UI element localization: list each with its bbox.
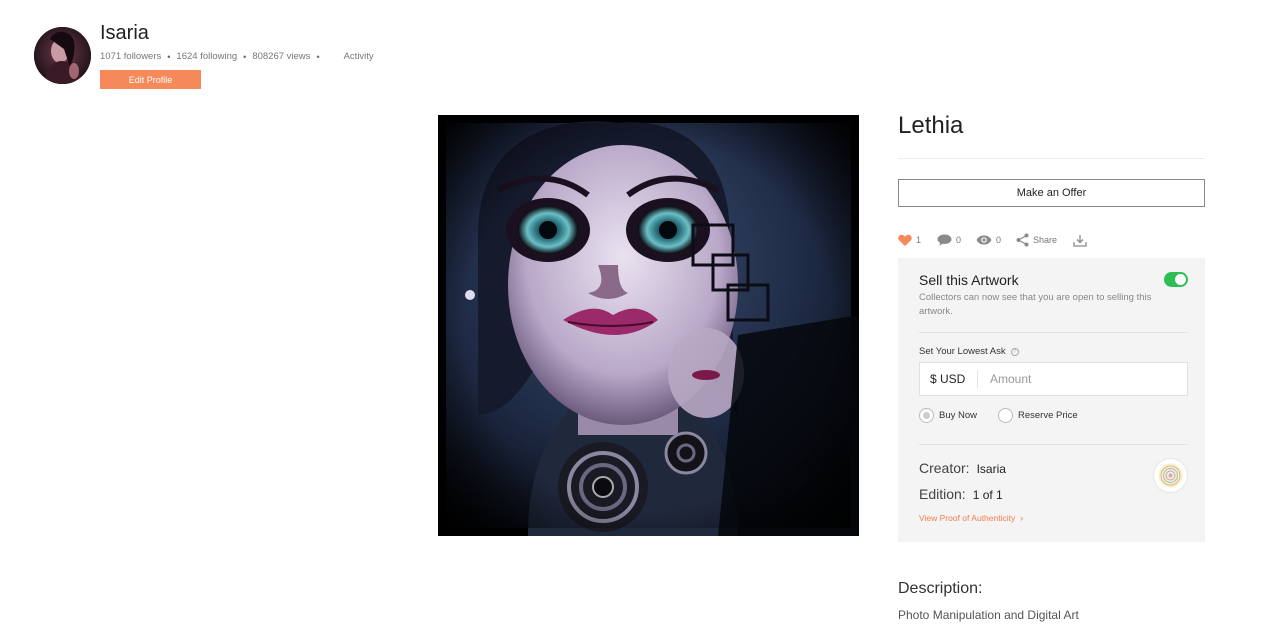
creator-value: Isaria (976, 462, 1006, 476)
download-icon (1073, 234, 1087, 247)
profile-avatar[interactable] (34, 27, 91, 84)
stat-separator: • (167, 51, 171, 62)
stat-separator: • (243, 51, 247, 62)
action-bar: 1 0 0 Share (898, 232, 1087, 248)
description-text: Photo Manipulation and Digital Art (898, 608, 1079, 622)
make-offer-button[interactable]: Make an Offer (898, 179, 1205, 207)
reserve-price-option[interactable]: Reserve Price (998, 408, 1078, 423)
activity-link[interactable]: Activity (344, 51, 374, 62)
description-heading: Description: (898, 580, 983, 597)
help-icon[interactable]: ? (1010, 347, 1019, 356)
profile-name: Isaria (100, 22, 149, 44)
buy-now-radio[interactable] (919, 408, 934, 423)
comment-button[interactable]: 0 (937, 234, 961, 246)
currency-label: $ USD (920, 370, 978, 388)
sell-toggle[interactable] (1164, 272, 1188, 287)
edit-profile-button[interactable]: Edit Profile (100, 70, 201, 89)
profile-stats: 1071 followers • 1624 following • 808267… (100, 51, 374, 62)
edition-label: Edition: (919, 486, 966, 502)
views-count: 808267 views (252, 51, 311, 62)
sell-title: Sell this Artwork (919, 272, 1019, 288)
authenticity-badge-icon[interactable] (1153, 458, 1188, 493)
creator-label: Creator: (919, 460, 970, 476)
eye-icon (976, 235, 992, 245)
amount-field: $ USD (919, 362, 1188, 396)
chevron-right-icon: › (1020, 513, 1024, 523)
sell-description: Collectors can now see that you are open… (919, 292, 1152, 317)
buy-now-label: Buy Now (939, 410, 978, 421)
stat-separator: • (316, 51, 320, 62)
comment-count: 0 (956, 235, 962, 245)
buy-now-option[interactable]: Buy Now (919, 408, 977, 423)
followers-count[interactable]: 1071 followers (100, 51, 161, 62)
proof-label: View Proof of Authenticity (919, 513, 1016, 523)
toggle-knob (1175, 274, 1186, 285)
share-button[interactable]: Share (1016, 233, 1057, 247)
creator-row: Creator: Isaria (919, 460, 1006, 476)
heart-icon (898, 234, 912, 246)
share-label: Share (1033, 235, 1058, 245)
divider (919, 332, 1187, 333)
comment-icon (937, 234, 952, 246)
view-count: 0 (996, 235, 1002, 245)
amount-input[interactable] (978, 372, 1178, 386)
following-count[interactable]: 1624 following (176, 51, 237, 62)
like-button[interactable]: 1 (898, 234, 921, 246)
share-icon (1016, 233, 1029, 247)
edition-value: 1 of 1 (972, 488, 1003, 502)
lowest-ask-label: Set Your Lowest Ask ? (919, 346, 1019, 357)
lowest-ask-text: Set Your Lowest Ask (919, 346, 1006, 357)
download-button[interactable] (1073, 234, 1087, 247)
sell-artwork-panel: Sell this Artwork Collectors can now see… (898, 258, 1205, 542)
views-indicator: 0 (976, 235, 1001, 245)
divider (919, 444, 1187, 445)
artwork-title: Lethia (898, 112, 964, 139)
like-count: 1 (916, 235, 922, 245)
divider (898, 158, 1205, 159)
artwork-image[interactable] (438, 115, 859, 536)
proof-of-authenticity-link[interactable]: View Proof of Authenticity › (919, 513, 1023, 523)
reserve-price-label: Reserve Price (1018, 410, 1078, 421)
reserve-price-radio[interactable] (998, 408, 1013, 423)
edition-row: Edition: 1 of 1 (919, 486, 1003, 502)
